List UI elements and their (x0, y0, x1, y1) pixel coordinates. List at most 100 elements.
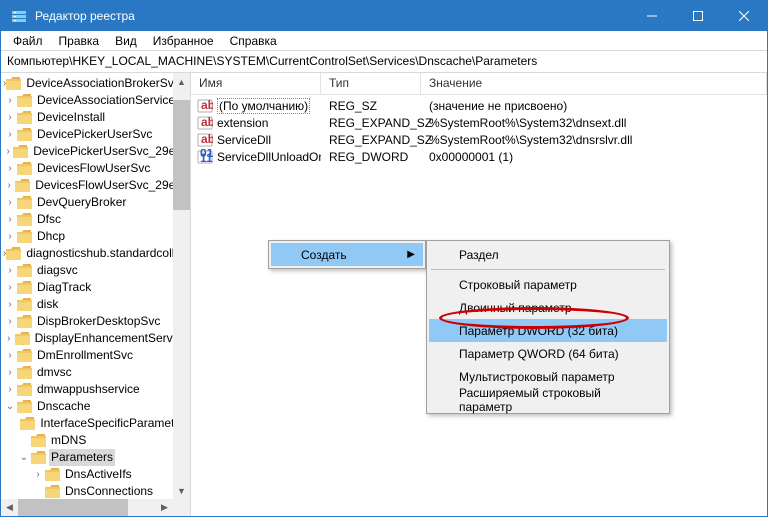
tree-label[interactable]: DnsConnections (63, 483, 155, 500)
list-row[interactable]: (По умолчанию)REG_SZ(значение не присвое… (191, 97, 767, 114)
tree-node[interactable]: ›DevQueryBroker (3, 194, 190, 211)
tree-label[interactable]: diagsvc (35, 262, 80, 279)
tree-label[interactable]: DmEnrollmentSvc (35, 347, 135, 364)
chevron-right-icon[interactable]: › (3, 211, 17, 228)
list-header[interactable]: Имя Тип Значение (191, 73, 767, 95)
scroll-thumb[interactable] (173, 100, 190, 210)
tree-node[interactable]: ·InterfaceSpecificParameters (3, 415, 190, 432)
ctx-item[interactable]: Параметр QWORD (64 бита) (429, 342, 667, 365)
ctx-item[interactable]: Строковый параметр (429, 273, 667, 296)
col-value[interactable]: Значение (421, 73, 767, 94)
menu-favorites[interactable]: Избранное (145, 32, 222, 50)
tree-label[interactable]: Dhcp (35, 228, 67, 245)
tree-label[interactable]: DisplayEnhancementService (33, 330, 190, 347)
tree-node[interactable]: › DevicesFlowUserSvc (3, 160, 190, 177)
col-name[interactable]: Имя (191, 73, 321, 94)
minimize-button[interactable] (629, 1, 675, 31)
chevron-right-icon[interactable]: › (3, 92, 17, 109)
tree-label[interactable]: DevicesFlowUserSvc_29ec9 (33, 177, 190, 194)
tree-node[interactable]: ›DisplayEnhancementService (3, 330, 190, 347)
tree-node[interactable]: › dmvsc (3, 364, 190, 381)
chevron-right-icon[interactable]: › (3, 160, 17, 177)
tree-label[interactable]: DeviceInstall (35, 109, 107, 126)
tree-label[interactable]: DnsActiveIfs (63, 466, 134, 483)
tree-node[interactable]: ›DeviceAssociationBrokerSvc_29 (3, 75, 190, 92)
close-button[interactable] (721, 1, 767, 31)
registry-tree[interactable]: ›DeviceAssociationBrokerSvc_29›DeviceAss… (1, 73, 190, 516)
chevron-right-icon[interactable]: · (31, 483, 45, 500)
ctx-create[interactable]: Создать ▶ (271, 243, 423, 266)
menu-help[interactable]: Справка (222, 32, 285, 50)
tree-hscrollbar[interactable]: ◀ ▶ (1, 499, 173, 516)
tree-label[interactable]: DevicePickerUserSvc (35, 126, 154, 143)
chevron-right-icon[interactable]: › (3, 347, 17, 364)
chevron-right-icon[interactable]: › (3, 177, 15, 194)
tree-label[interactable]: disk (35, 296, 60, 313)
list-body[interactable]: (По умолчанию)REG_SZ(значение не присвое… (191, 95, 767, 165)
tree-node[interactable]: › dmwappushservice (3, 381, 190, 398)
tree-label[interactable]: Dfsc (35, 211, 63, 228)
chevron-right-icon[interactable]: › (3, 194, 17, 211)
chevron-down-icon[interactable]: ⌄ (17, 449, 31, 466)
tree-label[interactable]: InterfaceSpecificParameters (38, 415, 191, 432)
chevron-right-icon[interactable]: › (3, 313, 17, 330)
ctx-item[interactable]: Раздел (429, 243, 667, 266)
tree-node[interactable]: ·mDNS (3, 432, 190, 449)
menu-view[interactable]: Вид (107, 32, 145, 50)
chevron-right-icon[interactable]: › (3, 143, 13, 160)
chevron-right-icon[interactable]: › (3, 126, 17, 143)
chevron-right-icon[interactable]: › (3, 109, 17, 126)
tree-label[interactable]: dmwappushservice (35, 381, 142, 398)
address-bar[interactable]: Компьютер\HKEY_LOCAL_MACHINE\SYSTEM\Curr… (1, 51, 767, 73)
ctx-item[interactable]: Параметр DWORD (32 бита) (429, 319, 667, 342)
col-type[interactable]: Тип (321, 73, 421, 94)
menu-file[interactable]: Файл (5, 32, 51, 50)
scroll-up-icon[interactable]: ▲ (173, 73, 190, 90)
list-row[interactable]: ServiceDllUnloadOnSt...REG_DWORD0x000000… (191, 148, 767, 165)
tree-label[interactable]: DeviceAssociationService (35, 92, 177, 109)
chevron-right-icon[interactable]: › (3, 381, 17, 398)
chevron-right-icon[interactable]: › (3, 262, 17, 279)
chevron-right-icon[interactable]: › (3, 296, 17, 313)
tree-label[interactable]: mDNS (49, 432, 88, 449)
ctx-item[interactable]: Двоичный параметр (429, 296, 667, 319)
tree-node[interactable]: › disk (3, 296, 190, 313)
tree-label[interactable]: Dnscache (35, 398, 92, 415)
tree-vscrollbar[interactable]: ▲ ▼ (173, 73, 190, 499)
scroll-down-icon[interactable]: ▼ (173, 482, 190, 499)
tree-node[interactable]: › diagsvc (3, 262, 190, 279)
tree-node[interactable]: ›diagnosticshub.standardcollect (3, 245, 190, 262)
tree-label[interactable]: diagnosticshub.standardcollect (24, 245, 191, 262)
tree-node[interactable]: ⌄ Dnscache (3, 398, 190, 415)
tree-node[interactable]: › DeviceInstall (3, 109, 190, 126)
tree-node[interactable]: › DevicePickerUserSvc_29ec9 (3, 143, 190, 160)
tree-node[interactable]: › DiagTrack (3, 279, 190, 296)
tree-label[interactable]: DiagTrack (35, 279, 93, 296)
tree-node[interactable]: › Dfsc (3, 211, 190, 228)
scroll-thumb[interactable] (18, 499, 128, 516)
tree-label[interactable]: dmvsc (35, 364, 74, 381)
tree-label[interactable]: DeviceAssociationBrokerSvc_29 (24, 75, 191, 92)
tree-node[interactable]: ⌄ Parameters (3, 449, 190, 466)
tree-node[interactable]: › DevicePickerUserSvc (3, 126, 190, 143)
chevron-right-icon[interactable]: › (3, 228, 17, 245)
tree-node[interactable]: · DnsConnections (3, 483, 190, 500)
tree-node[interactable]: ›DnsActiveIfs (3, 466, 190, 483)
tree-node[interactable]: › DeviceAssociationService (3, 92, 190, 109)
tree-label[interactable]: DevicesFlowUserSvc (35, 160, 152, 177)
tree-node[interactable]: › DmEnrollmentSvc (3, 347, 190, 364)
tree-node[interactable]: › DispBrokerDesktopSvc (3, 313, 190, 330)
tree-label[interactable]: DevicePickerUserSvc_29ec9 (31, 143, 190, 160)
tree-label[interactable]: Parameters (49, 449, 115, 466)
tree-label[interactable]: DispBrokerDesktopSvc (35, 313, 162, 330)
ctx-item[interactable]: Расширяемый строковый параметр (429, 388, 667, 411)
tree-node[interactable]: › Dhcp (3, 228, 190, 245)
chevron-right-icon[interactable]: › (3, 364, 17, 381)
chevron-right-icon[interactable]: › (3, 279, 17, 296)
chevron-down-icon[interactable]: ⌄ (3, 398, 17, 415)
titlebar[interactable]: Редактор реестра (1, 1, 767, 31)
maximize-button[interactable] (675, 1, 721, 31)
tree-node[interactable]: › DevicesFlowUserSvc_29ec9 (3, 177, 190, 194)
list-row[interactable]: ServiceDllREG_EXPAND_SZ%SystemRoot%\Syst… (191, 131, 767, 148)
scroll-right-icon[interactable]: ▶ (156, 499, 173, 516)
